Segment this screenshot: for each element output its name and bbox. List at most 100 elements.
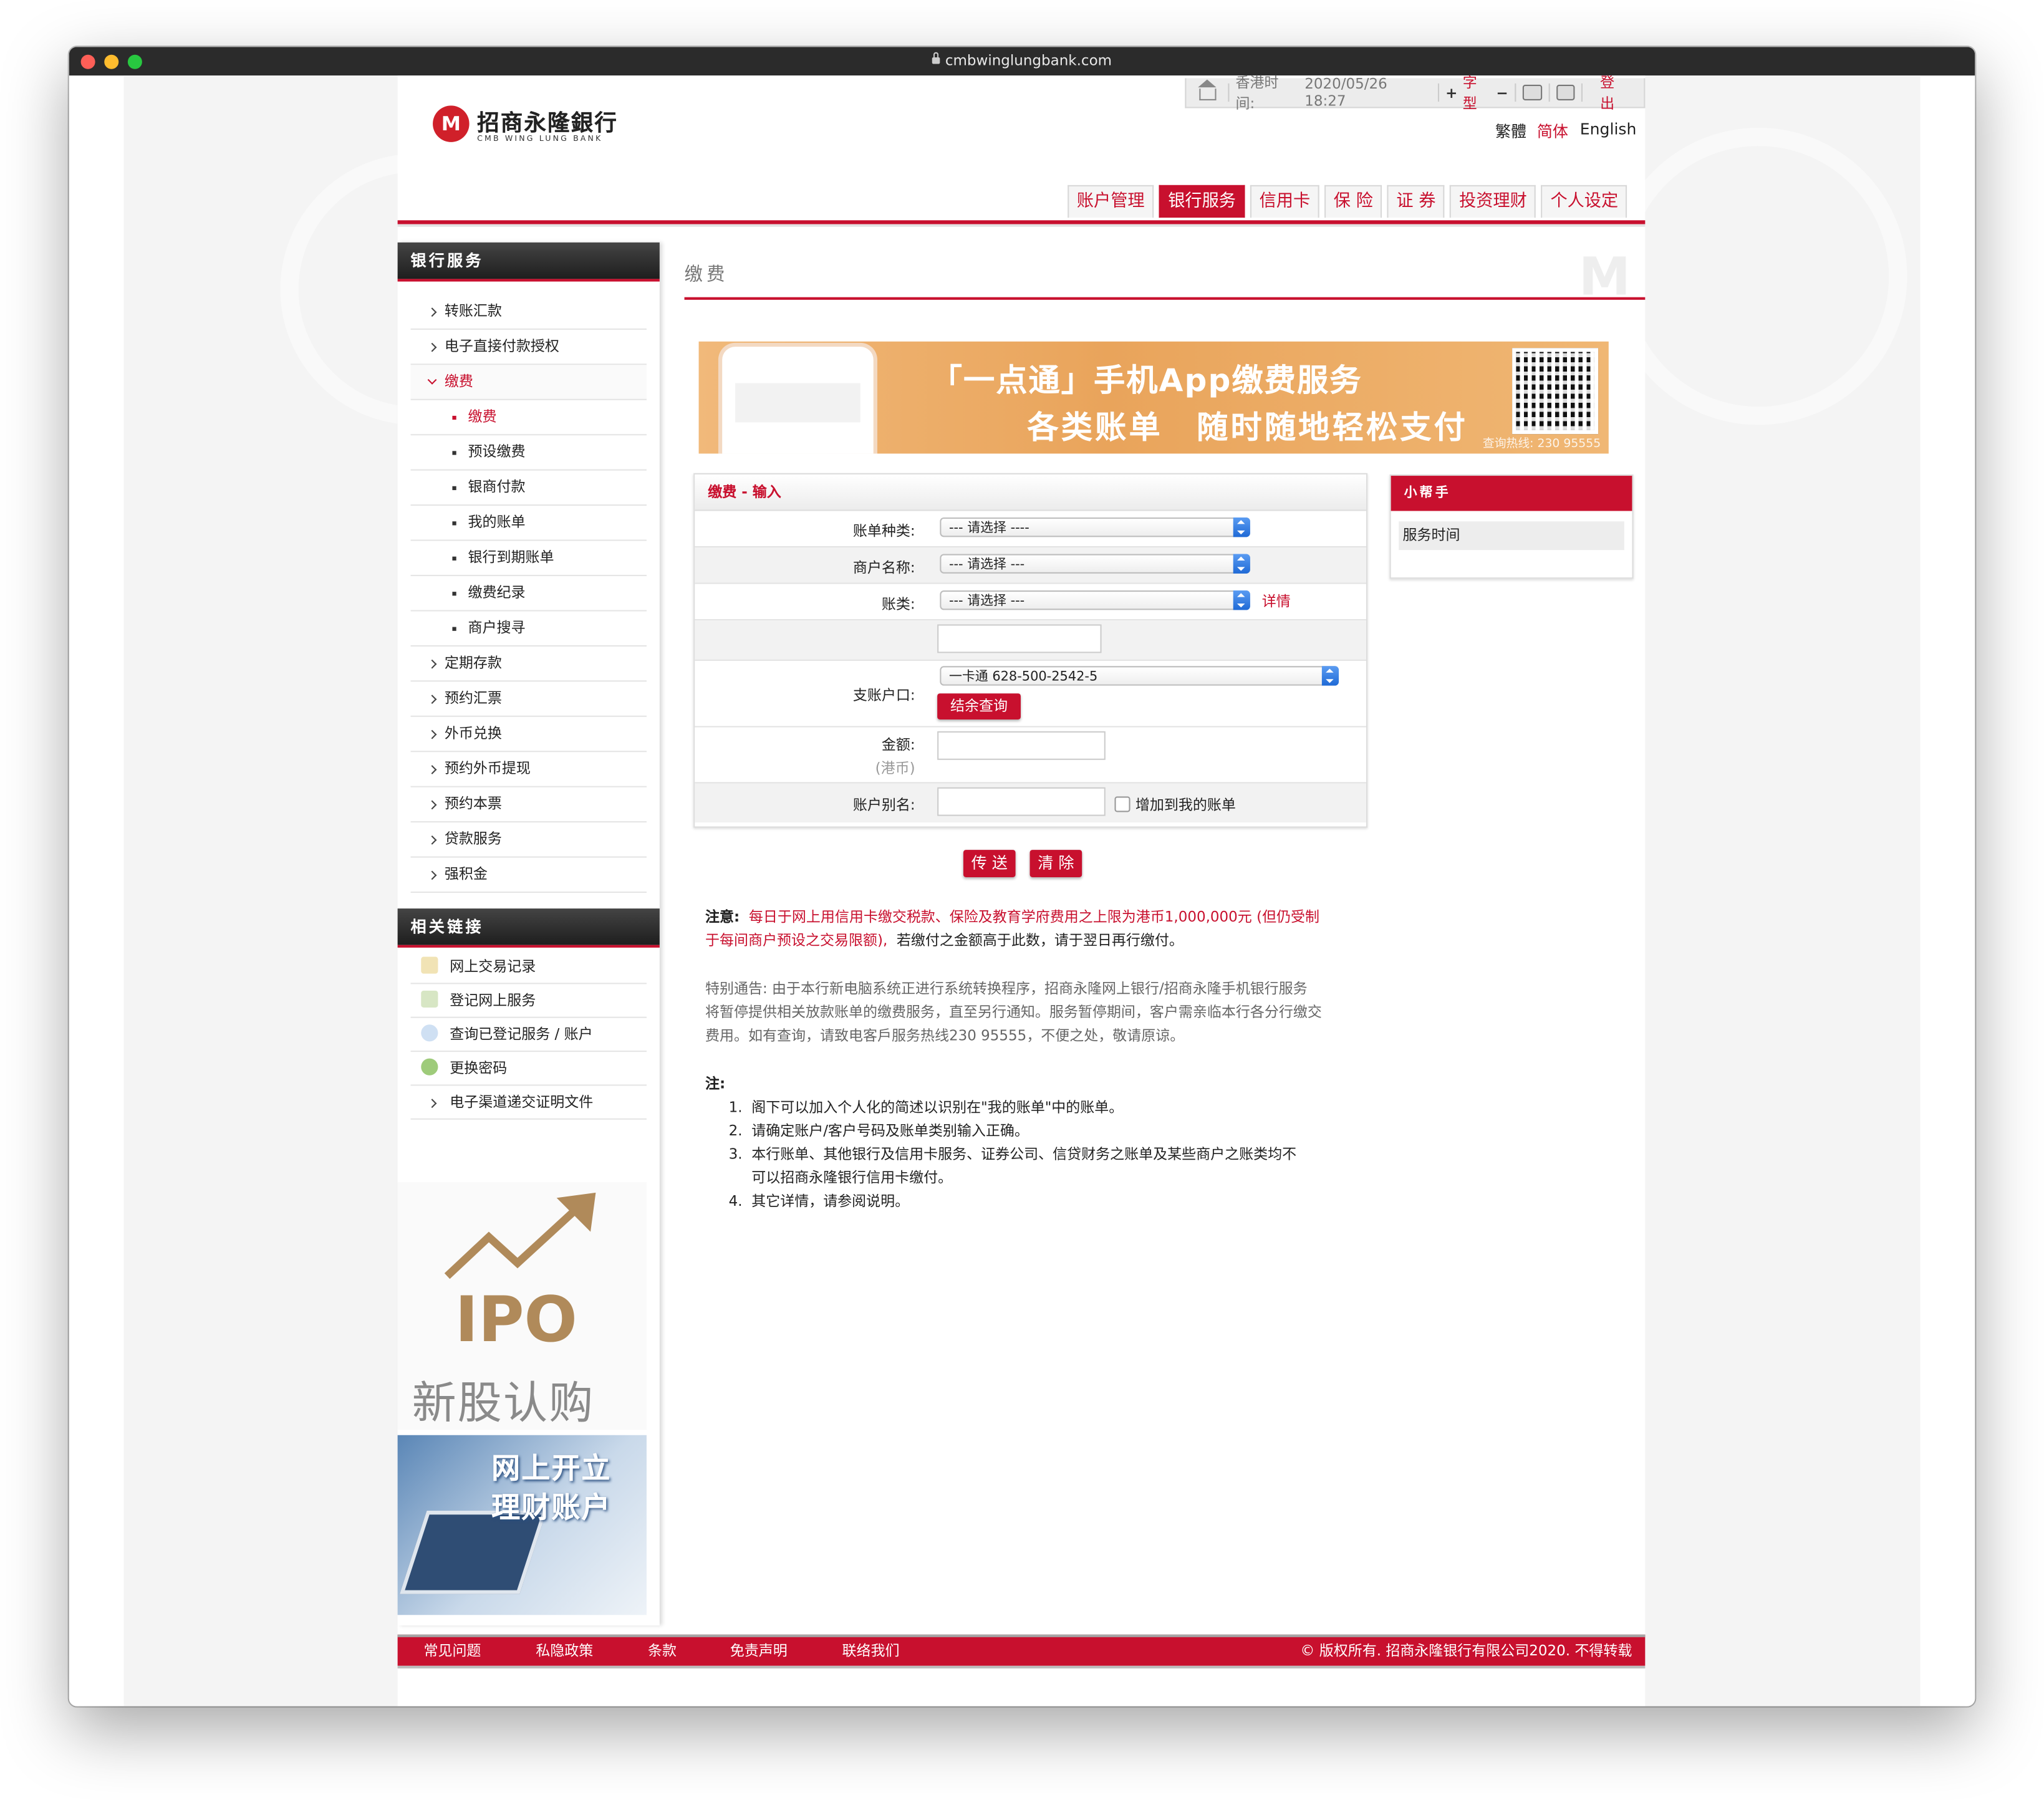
sidebar-subitem-merchant-payment[interactable]: 银商付款: [410, 471, 647, 506]
bill-type-select[interactable]: --- 请选择 ----: [940, 517, 1250, 537]
link-label: 更换密码: [450, 1059, 508, 1077]
banner-hotline: 查询热线: 230 95555: [1482, 438, 1601, 451]
ipo-banner[interactable]: IPO 新股认购: [397, 1182, 647, 1430]
footer-disclaimer[interactable]: 免责声明: [730, 1637, 788, 1666]
special-line: 费用。如有查询，请致电客戶服务热线230 95555，不便之处，敬请原谅。: [705, 1027, 1185, 1044]
ipo-text: IPO: [455, 1284, 577, 1357]
hk-time-label: 香港时间:: [1235, 74, 1279, 112]
font-size-label: 字型: [1462, 74, 1477, 112]
bank-logo[interactable]: M 招商永隆銀行 CMB WING LUNG BANK: [433, 104, 618, 143]
sidebar-item-transfer[interactable]: 转账汇款: [410, 294, 647, 330]
sidebar-title: 银行服务: [397, 242, 660, 282]
address-bar[interactable]: cmbwinglungbank.com: [69, 52, 1975, 69]
select-arrows-icon: [1233, 590, 1250, 610]
sidebar-item-loans[interactable]: 贷款服务: [410, 822, 647, 858]
link-label: 网上交易记录: [450, 958, 536, 975]
lang-english[interactable]: English: [1580, 120, 1637, 138]
sidebar-item-fx-withdrawal[interactable]: 预约外币提现: [410, 752, 647, 787]
sidebar-item-cashier-order[interactable]: 预约本票: [410, 787, 647, 823]
note-item: 4. 其它详情，请参阅说明。: [728, 1192, 910, 1210]
details-link[interactable]: 详情: [1262, 590, 1291, 611]
row-account-number: [695, 620, 1366, 661]
home-icon[interactable]: [1198, 79, 1217, 100]
user-key-icon: [421, 1058, 438, 1076]
tab-insurance[interactable]: 保 险: [1324, 185, 1382, 218]
send-button[interactable]: 传 送: [963, 850, 1016, 877]
footer-faq[interactable]: 常见问题: [423, 1637, 481, 1666]
link-label: 登记网上服务: [450, 991, 536, 1009]
special-notice: 特别通告: 由于本行新电脑系统正进行系统转换程序，招商永隆网上银行/招商永隆手机…: [705, 978, 1322, 1048]
debit-account-select[interactable]: 一卡通 628-500-2542-5: [940, 666, 1339, 686]
debit-account-label: 支账户口:: [852, 686, 915, 704]
footer-terms[interactable]: 条款: [648, 1637, 677, 1666]
open-account-banner[interactable]: 网上开立 理财账户: [397, 1435, 647, 1615]
sidebar-item-edda[interactable]: 电子直接付款授权: [410, 330, 647, 365]
link-transaction-records[interactable]: 网上交易记录: [410, 950, 647, 984]
sidebar-item-mpf[interactable]: 强积金: [410, 858, 647, 893]
link-register-services[interactable]: 登记网上服务: [410, 984, 647, 1018]
bill-category-label: 账类:: [881, 595, 915, 613]
footer-underline: [397, 1665, 1646, 1668]
folder-icon[interactable]: [1522, 84, 1542, 100]
link-submit-documents[interactable]: 电子渠道递交证明文件: [410, 1085, 647, 1120]
footer-contact[interactable]: 联络我们: [842, 1637, 900, 1666]
main-nav-tabs: 账户管理 银行服务 信用卡 保 险 证 券 投资理财 个人设定: [1068, 185, 1627, 218]
link-label: 查询已登记服务 / 账户: [450, 1026, 593, 1043]
related-links: 网上交易记录 登记网上服务 查询已登记服务 / 账户 更换密码 电子渠道递交证明…: [398, 948, 660, 1120]
printer-icon[interactable]: [1556, 84, 1576, 100]
tab-securities[interactable]: 证 券: [1387, 185, 1445, 218]
merchant-select[interactable]: --- 请选择 ---: [940, 554, 1250, 574]
lang-traditional[interactable]: 繁體: [1495, 120, 1526, 142]
sidebar-item-draft[interactable]: 预约汇票: [410, 681, 647, 717]
app-promo-banner[interactable]: 「一点通」手机App缴费服务 各类账单 随时随地轻松支付 查询热线: 230 9…: [698, 341, 1609, 454]
bill-type-value: --- 请选择 ----: [948, 521, 1029, 536]
note-item: 2. 请确定账户/客户号码及账单类别输入正确。: [728, 1122, 1029, 1140]
sidebar-subitem-due-bills[interactable]: 银行到期账单: [410, 541, 647, 577]
amount-input[interactable]: [937, 731, 1106, 760]
balance-inquiry-button[interactable]: 结余查询: [937, 693, 1021, 720]
lock-icon: [932, 52, 940, 64]
sidebar-item-time-deposit[interactable]: 定期存款: [410, 647, 647, 682]
helper-panel: 小帮手 服务时间: [1389, 474, 1634, 579]
font-increase-icon[interactable]: +: [1445, 84, 1457, 101]
link-change-password[interactable]: 更换密码: [410, 1052, 647, 1086]
add-to-bills-checkbox[interactable]: [1114, 796, 1130, 812]
page-viewport: M 招商永隆銀行 CMB WING LUNG BANK 香港时间: 2020/0…: [69, 72, 1975, 1706]
bill-category-select[interactable]: --- 请选择 ---: [940, 590, 1250, 610]
banner-subline: 各类账单 随时随地轻松支付: [1027, 409, 1468, 446]
sidebar-subitem-bill-payment[interactable]: 缴费: [410, 400, 647, 436]
amount-label: 金额:: [881, 736, 915, 754]
helper-service-hours[interactable]: 服务时间: [1399, 521, 1624, 551]
tab-investment[interactable]: 投资理财: [1450, 185, 1536, 218]
tab-banking-services[interactable]: 银行服务: [1159, 185, 1245, 218]
sidebar-subitem-merchant-search[interactable]: 商户搜寻: [410, 611, 647, 647]
notepad-icon: [421, 956, 438, 974]
sidebar-subitem-preset-payment[interactable]: 预设缴费: [410, 435, 647, 471]
font-decrease-icon[interactable]: −: [1496, 84, 1508, 101]
footer-privacy[interactable]: 私隐政策: [536, 1637, 593, 1666]
clear-button[interactable]: 清 除: [1029, 850, 1082, 877]
alias-label: 账户别名:: [852, 796, 915, 814]
lang-simplified[interactable]: 简体: [1537, 120, 1568, 142]
link-query-registered[interactable]: 查询已登记服务 / 账户: [410, 1018, 647, 1052]
sidebar-subitem-payment-records[interactable]: 缴费纪录: [410, 576, 647, 612]
alias-input[interactable]: [937, 787, 1106, 816]
sidebar-subitem-my-bills[interactable]: 我的账单: [410, 506, 647, 541]
select-arrows-icon: [1233, 554, 1250, 574]
banner-headline: 「一点通」手机App缴费服务: [930, 362, 1362, 399]
tab-credit-card[interactable]: 信用卡: [1250, 185, 1319, 218]
bank-page: M 招商永隆銀行 CMB WING LUNG BANK 香港时间: 2020/0…: [397, 72, 1646, 1706]
logout-button[interactable]: 登出: [1600, 72, 1636, 113]
header-divider-shadow: [397, 224, 1646, 227]
merchant-label: 商户名称:: [852, 559, 915, 577]
trend-arrow-icon: [444, 1192, 596, 1279]
special-line: 特别通告: 由于本行新电脑系统正进行系统转换程序，招商永隆网上银行/招商永隆手机…: [705, 980, 1308, 998]
sidebar-item-bill-payment[interactable]: 缴费: [410, 365, 647, 400]
tab-account-management[interactable]: 账户管理: [1068, 185, 1154, 218]
notes-title: 注:: [705, 1075, 726, 1092]
row-debit-account: 支账户口: 一卡通 628-500-2542-5 结余查询: [695, 661, 1366, 728]
tab-personal-settings[interactable]: 个人设定: [1541, 185, 1627, 218]
account-number-input[interactable]: [937, 624, 1102, 653]
notice-red-text-2: 于每间商户预设之交易限额),: [705, 931, 888, 949]
sidebar-item-fx[interactable]: 外币兑换: [410, 717, 647, 753]
